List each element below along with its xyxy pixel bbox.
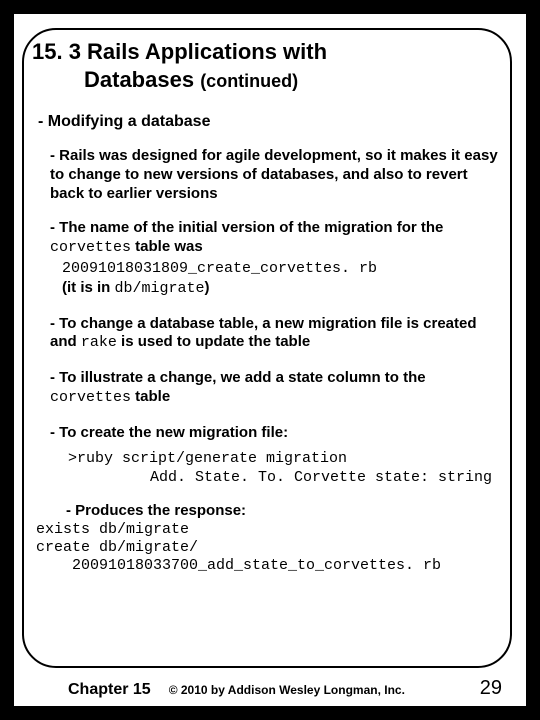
bullet-produces: - Produces the response: <box>66 502 512 521</box>
code-rake: rake <box>81 334 117 351</box>
title-line-1: 15. 3 Rails Applications with <box>32 38 512 66</box>
bullet-agile: - Rails was designed for agile developme… <box>50 147 512 203</box>
code-db-migrate: db/migrate <box>115 280 205 297</box>
footer-chapter: Chapter 15 <box>68 681 151 699</box>
code-corvettes: corvettes <box>50 239 131 256</box>
title-word: Databases <box>84 67 200 92</box>
title-line-2: Databases (continued) <box>84 66 512 94</box>
text: table was <box>131 238 203 255</box>
text: - The name of the initial version of the… <box>50 219 443 236</box>
text: (it is in <box>62 279 115 296</box>
footer: Chapter 15 © 2010 by Addison Wesley Long… <box>14 677 526 700</box>
response-line-2: create db/migrate/ <box>36 539 512 557</box>
response-line-1: exists db/migrate <box>36 521 512 539</box>
content-area: 15. 3 Rails Applications with Databases … <box>32 38 512 575</box>
text: table <box>131 388 170 405</box>
cmd-line-2: Add. State. To. Corvette state: string <box>150 469 512 488</box>
response-line-3: 20091018033700_add_state_to_corvettes. r… <box>72 557 512 575</box>
slide: 15. 3 Rails Applications with Databases … <box>14 14 526 706</box>
page-number: 29 <box>480 677 502 700</box>
title-continued: (continued) <box>200 71 298 91</box>
bullet-migration-name: - The name of the initial version of the… <box>50 219 512 258</box>
bullet-state-column: - To illustrate a change, we add a state… <box>50 369 512 408</box>
bullet-rake: - To change a database table, a new migr… <box>50 315 512 354</box>
footer-copyright: © 2010 by Addison Wesley Longman, Inc. <box>169 683 405 697</box>
bullet-create-migration: - To create the new migration file: <box>50 424 512 443</box>
text: ) <box>205 279 210 296</box>
cmd-line-1: >ruby script/generate migration <box>68 450 512 469</box>
bullet-db-migrate: (it is in db/migrate) <box>62 279 512 299</box>
text: - To illustrate a change, we add a state… <box>50 369 426 386</box>
heading-modifying: - Modifying a database <box>38 113 512 131</box>
code-corvettes-2: corvettes <box>50 389 131 406</box>
command-block: >ruby script/generate migration Add. Sta… <box>68 450 512 488</box>
text: is used to update the table <box>117 333 310 350</box>
migration-filename: 20091018031809_create_corvettes. rb <box>62 260 512 277</box>
